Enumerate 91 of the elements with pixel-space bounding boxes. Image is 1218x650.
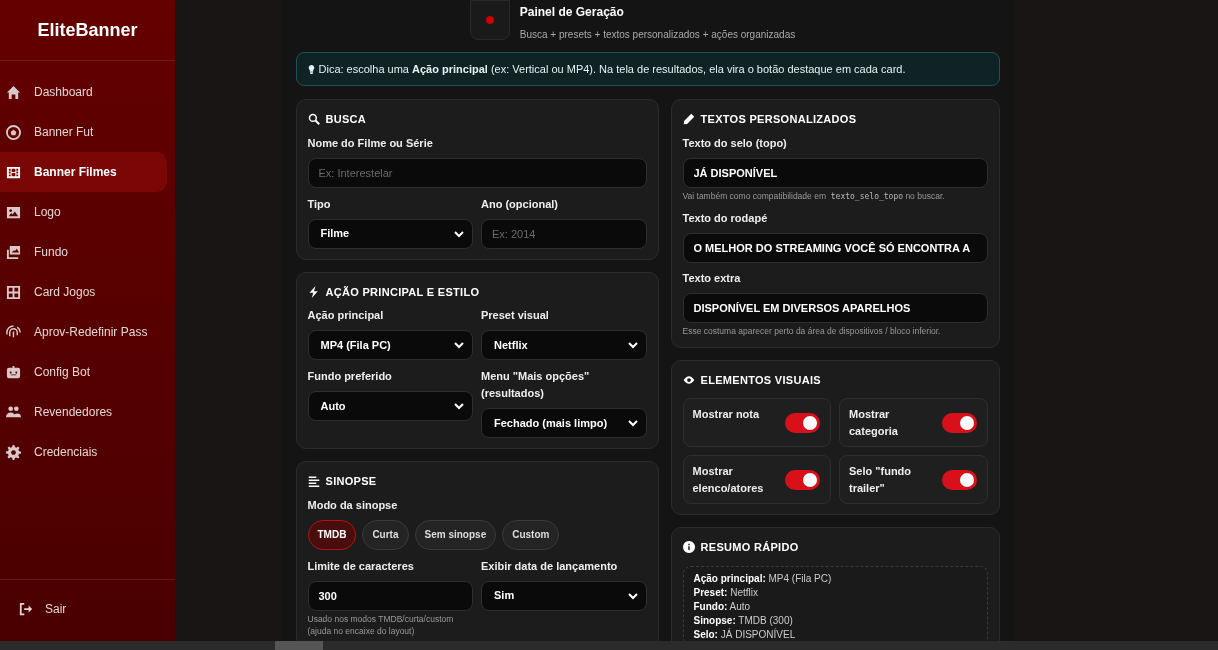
fingerprint-icon xyxy=(6,324,21,340)
chevron-down-icon xyxy=(627,418,638,428)
select-dropdown[interactable]: Netflix xyxy=(481,330,647,360)
gear-icon xyxy=(6,444,21,460)
sidebar-item[interactable]: Banner Fut xyxy=(0,112,167,152)
text-field[interactable]: DISPONÍVEL EM DIVERSOS APARELHOS xyxy=(682,292,988,323)
help-text: Esse costuma aparecer perto da área de dispositivos / bloco inferior. xyxy=(682,324,942,337)
sidebar-item[interactable]: Fundo xyxy=(0,232,167,272)
sidebar-item[interactable]: Logo xyxy=(0,192,167,232)
panel-subtitle: Busca + presets + textos personalizados + ações organizadas xyxy=(519,28,796,42)
grid-icon xyxy=(6,284,21,300)
sidebar-item[interactable]: Revendedores xyxy=(0,392,167,432)
sidebar-item[interactable]: Dashboard xyxy=(0,72,167,112)
panel-title: Painel de Geração xyxy=(519,4,625,21)
select-dropdown[interactable]: Auto xyxy=(307,391,473,421)
mode-chip[interactable]: TMDB xyxy=(307,519,357,550)
section-title: SINOPSE xyxy=(325,474,377,489)
select-dropdown[interactable]: Fechado (mais limpo) xyxy=(481,408,647,438)
logout-link[interactable]: Sair xyxy=(19,600,67,618)
lightning-icon xyxy=(307,285,320,298)
select-dropdown[interactable]: Filme xyxy=(307,218,473,249)
toggle-label: Mostrar elenco/atores xyxy=(692,464,765,496)
section-title: RESUMO RÁPIDO xyxy=(700,540,799,555)
field-label: Texto do selo (topo) xyxy=(682,135,788,151)
image-icon xyxy=(6,204,21,220)
images-icon xyxy=(6,244,21,260)
chevron-down-icon xyxy=(454,228,464,239)
summary-line: Selo: JÁ DISPONÍVEL xyxy=(693,627,797,641)
toggle-label: Mostrar nota xyxy=(692,407,761,422)
text-field[interactable]: Ex: 2014 xyxy=(481,218,647,249)
sidebar-item[interactable]: Config Bot xyxy=(0,352,167,392)
sidebar-item[interactable]: Credenciais xyxy=(0,432,167,472)
tip-text: Dica: escolha uma Ação principal (ex: Vertical ou MP4). Na tela de resultados, ela vira o botão destaque em cada card. xyxy=(318,61,906,77)
field-label: Modo da sinopse xyxy=(307,497,399,513)
select-dropdown[interactable]: Sim xyxy=(481,580,647,611)
text-field[interactable]: O MELHOR DO STREAMING VOCÊ SÓ ENCONTRA A xyxy=(682,232,988,263)
section-title: BUSCA xyxy=(325,112,367,127)
info-icon xyxy=(682,541,695,554)
help-text: Vai também como compatibilidade em texto_selo_topo no buscar. xyxy=(682,189,946,203)
chevron-down-icon xyxy=(454,340,464,350)
field-label: Preset visual xyxy=(481,308,550,323)
users-icon xyxy=(6,404,21,420)
toggle-switch[interactable] xyxy=(941,469,977,490)
text-field[interactable]: JÁ DISPONÍVEL xyxy=(682,157,988,188)
robot-icon xyxy=(6,364,21,380)
field-label: Texto do rodapé xyxy=(682,210,769,226)
field-label: Exibir data de lançamento xyxy=(481,558,619,574)
text-lines-icon xyxy=(307,475,320,488)
summary-line: Sinopse: TMDB (300) xyxy=(693,613,794,628)
film-icon xyxy=(6,164,21,180)
horizontal-scrollbar[interactable] xyxy=(0,641,1218,650)
field-label: Texto extra xyxy=(682,270,742,286)
summary-line: Preset: Netflix xyxy=(693,585,759,600)
pencil-icon xyxy=(682,113,695,126)
field-label: Tipo xyxy=(307,196,332,212)
eye-icon xyxy=(682,373,695,386)
chevron-down-icon xyxy=(627,590,638,601)
mode-chip[interactable]: Custom xyxy=(502,519,560,550)
mode-chip[interactable]: Curta xyxy=(362,519,409,550)
section-title: ELEMENTOS VISUAIS xyxy=(700,372,821,388)
toggle-label: Selo "fundo trailer" xyxy=(849,464,913,496)
sidebar-item[interactable]: Card Jogos xyxy=(0,272,167,312)
summary-line: Ação principal: MP4 (Fila PC) xyxy=(693,571,833,586)
field-label: Ano (opcional) xyxy=(481,196,559,212)
text-field[interactable]: 300 xyxy=(307,580,473,611)
search-icon xyxy=(307,113,320,126)
brand-logo-text: EliteBanner xyxy=(37,18,138,42)
home-icon xyxy=(6,84,21,100)
chevron-down-icon xyxy=(454,401,464,411)
soccer-ball-icon xyxy=(6,124,21,140)
mode-chip[interactable]: Sem sinopse xyxy=(414,519,497,550)
toggle-switch[interactable] xyxy=(941,412,977,433)
chevron-down-icon xyxy=(627,340,638,350)
sidebar-item[interactable]: Banner Filmes xyxy=(0,152,167,192)
toggle-switch[interactable] xyxy=(785,412,820,433)
field-label: Menu "Mais opções" (resultados) xyxy=(481,369,591,401)
section-title: AÇÃO PRINCIPAL E ESTILO xyxy=(325,284,480,300)
select-dropdown[interactable]: MP4 (Fila PC) xyxy=(307,330,473,360)
toggle-switch[interactable] xyxy=(785,469,820,490)
section-title: TEXTOS PERSONALIZADOS xyxy=(700,112,857,127)
sidebar-item[interactable]: Aprov-Redefinir Pass xyxy=(0,312,167,352)
field-label: Ação principal xyxy=(307,308,385,323)
help-text: Usado nos modos TMDB/curta/custom (ajuda no encaixe do layout) xyxy=(307,612,455,637)
logout-icon xyxy=(19,602,33,616)
field-label: Nome do Filme ou Série xyxy=(307,135,434,151)
toggle-label: Mostrar categoria xyxy=(849,407,899,439)
text-field[interactable]: Ex: Interestelar xyxy=(307,157,647,188)
field-label: Limite de caracteres xyxy=(307,558,415,574)
summary-line: Fundo: Auto xyxy=(693,599,752,614)
field-label: Fundo preferido xyxy=(307,369,393,384)
lightbulb-icon xyxy=(306,62,316,76)
